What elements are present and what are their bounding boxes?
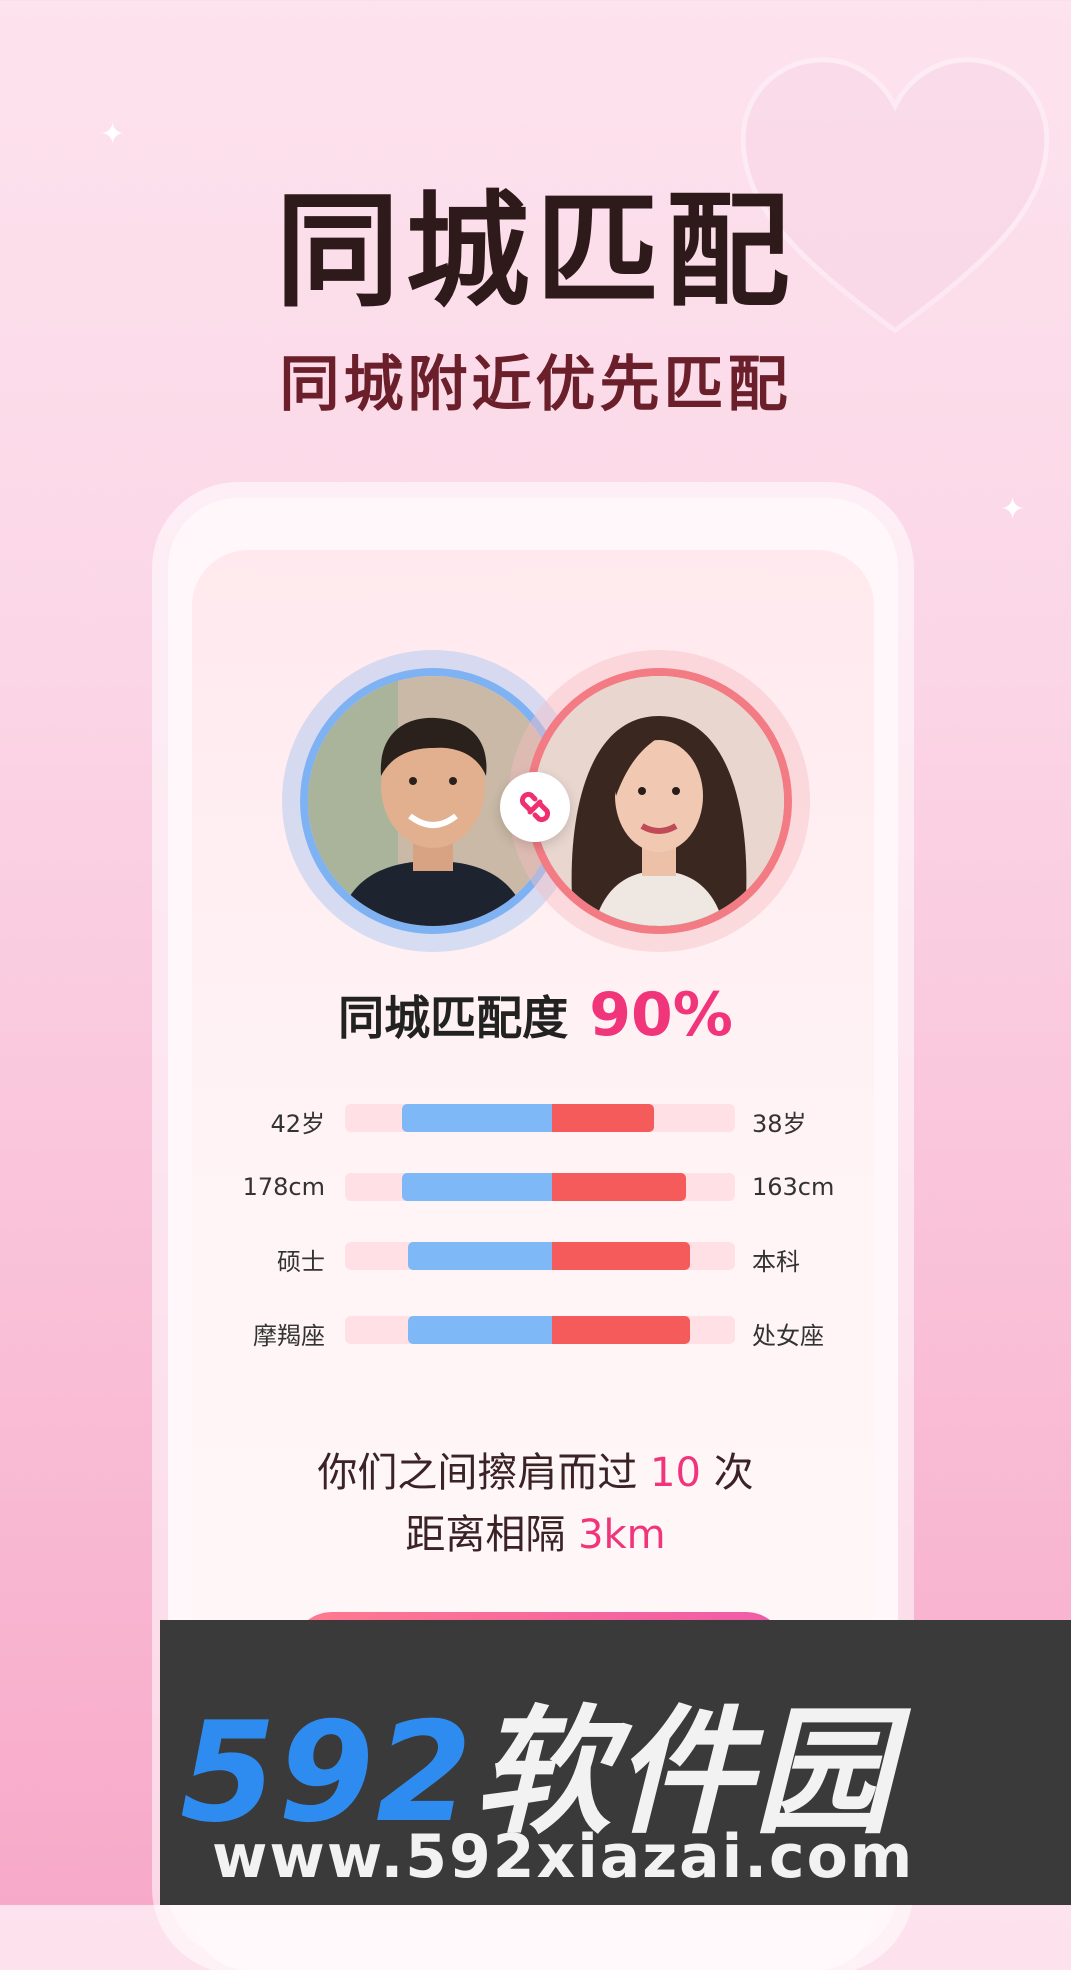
female-bar (552, 1104, 654, 1132)
match-value: 90% (589, 980, 733, 1050)
male-bar (402, 1104, 552, 1132)
female-bar (552, 1173, 686, 1201)
female-value: 本科 (752, 1248, 800, 1276)
comparison-row: 42岁 38岁 (0, 1098, 1071, 1138)
watermark-url: www.592xiazai.com (212, 1822, 915, 1892)
comparison-bar (345, 1242, 735, 1270)
female-value: 38岁 (752, 1110, 807, 1138)
distance-prefix: 距离相隔 (405, 1512, 566, 1558)
encounter-prefix: 你们之间擦肩而过 (317, 1450, 638, 1496)
encounter-suffix: 次 (713, 1450, 754, 1496)
page-subtitle: 同城附近优先匹配 (279, 350, 792, 420)
comparison-row: 178cm 163cm (0, 1167, 1071, 1207)
male-bar (402, 1173, 552, 1201)
male-value: 摩羯座 (253, 1322, 325, 1350)
comparison-row: 硕士 本科 (0, 1236, 1071, 1276)
watermark-banner: 592软件园 www.592xiazai.com (160, 1620, 1071, 1905)
male-value: 硕士 (277, 1248, 325, 1276)
sparkle-icon: ✦ (1000, 492, 1026, 527)
female-bar (552, 1242, 690, 1270)
page-title: 同城匹配 (275, 180, 796, 324)
comparison-bar (345, 1316, 735, 1344)
comparison-bar (345, 1173, 735, 1201)
link-icon (500, 772, 570, 842)
male-value: 178cm (242, 1173, 325, 1201)
encounter-line: 你们之间擦肩而过 10 次 (0, 1440, 1071, 1498)
comparison-bar (345, 1104, 735, 1132)
male-bar (408, 1316, 552, 1344)
distance-line: 距离相隔 3km (0, 1502, 1071, 1560)
encounter-count: 10 (650, 1450, 701, 1496)
comparison-row: 摩羯座 处女座 (0, 1310, 1071, 1350)
male-bar (408, 1242, 552, 1270)
male-value: 42岁 (270, 1110, 325, 1138)
match-score: 同城匹配度 90% (0, 980, 1071, 1050)
female-value: 处女座 (752, 1322, 824, 1350)
female-bar (552, 1316, 690, 1344)
sparkle-icon: ✦ (100, 117, 126, 152)
match-label: 同城匹配度 (338, 991, 569, 1045)
female-value: 163cm (752, 1173, 835, 1201)
distance-value: 3km (578, 1512, 666, 1558)
